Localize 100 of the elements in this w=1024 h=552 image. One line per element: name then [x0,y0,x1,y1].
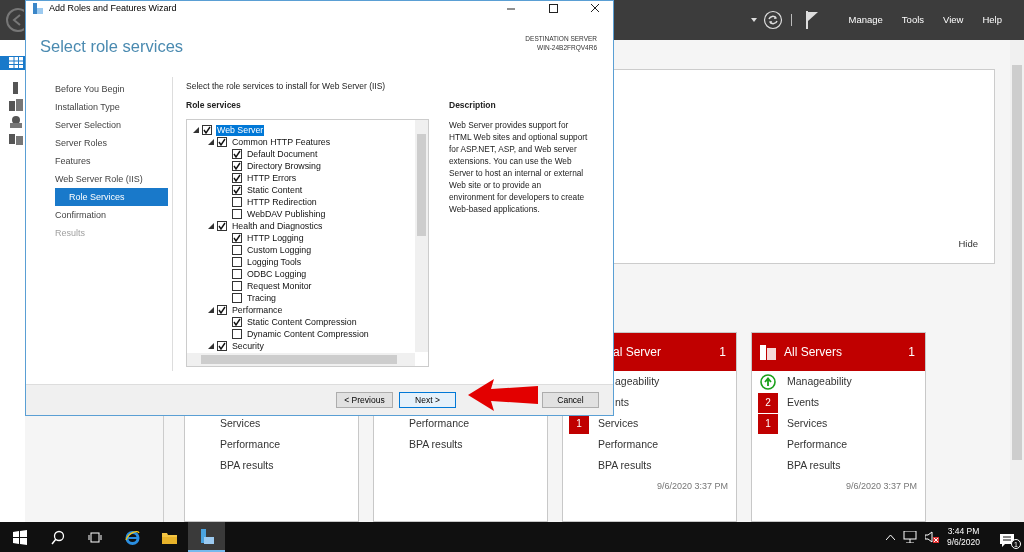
expanded-icon[interactable] [208,223,214,229]
checkbox[interactable] [217,305,227,315]
tree-item-label[interactable]: Logging Tools [246,256,303,268]
wizard-button[interactable]: < Previous [336,392,393,408]
tile-row-label[interactable]: Performance [220,436,281,453]
tree-item-label[interactable]: Request Monitor [246,280,313,292]
checkbox[interactable] [232,173,242,183]
tile-row-label[interactable]: BPA results [787,457,841,474]
tree-item-label[interactable]: Custom Logging [246,244,313,256]
tree-view[interactable] [186,119,429,367]
checkbox[interactable] [232,149,242,159]
tree-item-label[interactable]: Security [231,340,265,352]
checkbox[interactable] [232,245,242,255]
expanded-icon[interactable] [208,307,214,313]
checkbox[interactable] [232,161,242,171]
tree-item-label[interactable]: Directory Browsing [246,160,322,172]
scroll-thumb[interactable] [201,355,397,364]
checkbox[interactable] [232,329,242,339]
tree-item-label[interactable]: Default Document [246,148,319,160]
checkbox[interactable] [202,125,212,135]
tile-row-label[interactable]: BPA results [220,457,274,474]
tree-item-label[interactable]: HTTP Logging [246,232,305,244]
menu-item[interactable]: Help [982,12,1002,28]
scroll-thumb[interactable] [1012,65,1022,460]
server-manager-icon[interactable] [199,528,214,544]
back-icon[interactable] [4,7,24,33]
wizard-button[interactable]: Next > [399,392,456,408]
tile-row-label[interactable]: Services [787,415,828,432]
tile-row-label[interactable]: Performance [787,436,848,453]
files-icon[interactable] [9,132,23,145]
tile-row-label[interactable]: BPA results [598,457,652,474]
tree-item-label[interactable]: WebDAV Publishing [246,208,327,220]
wizard-step[interactable]: Server Roles [55,134,172,152]
checkbox[interactable] [232,257,242,267]
horizontal-scrollbar[interactable] [187,353,415,366]
tile-row-label[interactable]: BPA results [409,436,463,453]
search-icon[interactable] [51,529,66,545]
tree-item-label[interactable]: ODBC Logging [246,268,308,280]
servers-icon[interactable] [9,98,23,111]
expanded-icon[interactable] [193,127,199,133]
checkbox[interactable] [232,233,242,243]
checkbox[interactable] [217,341,227,351]
checkbox[interactable] [232,185,242,195]
scroll-thumb[interactable] [417,134,426,236]
tree-item-label[interactable]: Common HTTP Features [231,136,332,148]
vertical-scrollbar[interactable] [1010,40,1024,522]
vertical-scrollbar[interactable] [415,120,428,352]
tile-row-label[interactable]: Services [598,415,639,432]
dropdown-caret-icon[interactable] [750,18,757,22]
wizard-button[interactable]: Cancel [542,392,599,408]
expanded-icon[interactable] [208,139,214,145]
checkbox[interactable] [217,221,227,231]
tree-item-label[interactable]: HTTP Errors [246,172,298,184]
wizard-step[interactable]: Web Server Role (IIS) [55,170,172,188]
tree-item-label[interactable]: HTTP Redirection [246,196,318,208]
tile-row-label[interactable]: Services [220,415,261,432]
flag-icon[interactable] [805,11,818,29]
menu-item[interactable]: View [943,12,964,28]
checkbox[interactable] [232,269,242,279]
wizard-step[interactable]: Confirmation [55,206,172,224]
tree-item-label[interactable]: Web Server [216,124,265,136]
expanded-icon[interactable] [208,343,214,349]
menu-item[interactable]: Tools [901,12,925,28]
network-icon[interactable] [902,531,917,543]
wizard-step[interactable]: Server Selection [55,116,172,134]
wizard-step[interactable]: Installation Type [55,98,172,116]
tile-header[interactable]: All Servers 1 [752,333,925,371]
checkbox[interactable] [232,197,242,207]
wizard-step[interactable]: Before You Begin [55,80,172,98]
menu-item[interactable]: Manage [848,12,883,28]
speaker-muted-icon[interactable] [924,531,939,543]
tree-item-label[interactable]: Static Content [246,184,304,196]
tree-item-label[interactable]: Dynamic Content Compression [246,328,370,340]
tree-item-label[interactable]: Health and Diagnostics [231,220,324,232]
chevron-up-icon[interactable] [885,534,895,540]
wizard-step[interactable]: Role Services [55,188,168,206]
checkbox[interactable] [217,137,227,147]
refresh-icon[interactable] [762,10,783,30]
checkbox[interactable] [232,293,242,303]
hide-link[interactable]: Hide [958,236,978,251]
checkbox[interactable] [232,281,242,291]
task-view-icon[interactable] [88,529,103,545]
checkbox[interactable] [232,209,242,219]
clock-date[interactable]: 9/6/2020 [946,537,980,548]
close-icon[interactable] [590,4,600,13]
tile-row-label[interactable]: Performance [409,415,470,432]
windows-logo-icon[interactable] [12,529,28,545]
clock-time[interactable]: 3:44 PM [947,526,980,537]
checkbox[interactable] [232,317,242,327]
maximize-icon[interactable] [548,4,558,13]
tile-row-label[interactable]: Manageability [787,373,852,390]
dashboard-icon[interactable] [9,57,23,69]
role-icon[interactable] [9,115,23,128]
browser-icon[interactable] [125,529,140,545]
tree-item-label[interactable]: Performance [231,304,284,316]
tree-item-label[interactable]: Static Content Compression [246,316,358,328]
wizard-step[interactable]: Features [55,152,172,170]
tile-row-label[interactable]: Performance [598,436,659,453]
tree-item-label[interactable]: Tracing [246,292,277,304]
tile-row-label[interactable]: Events [787,394,820,411]
